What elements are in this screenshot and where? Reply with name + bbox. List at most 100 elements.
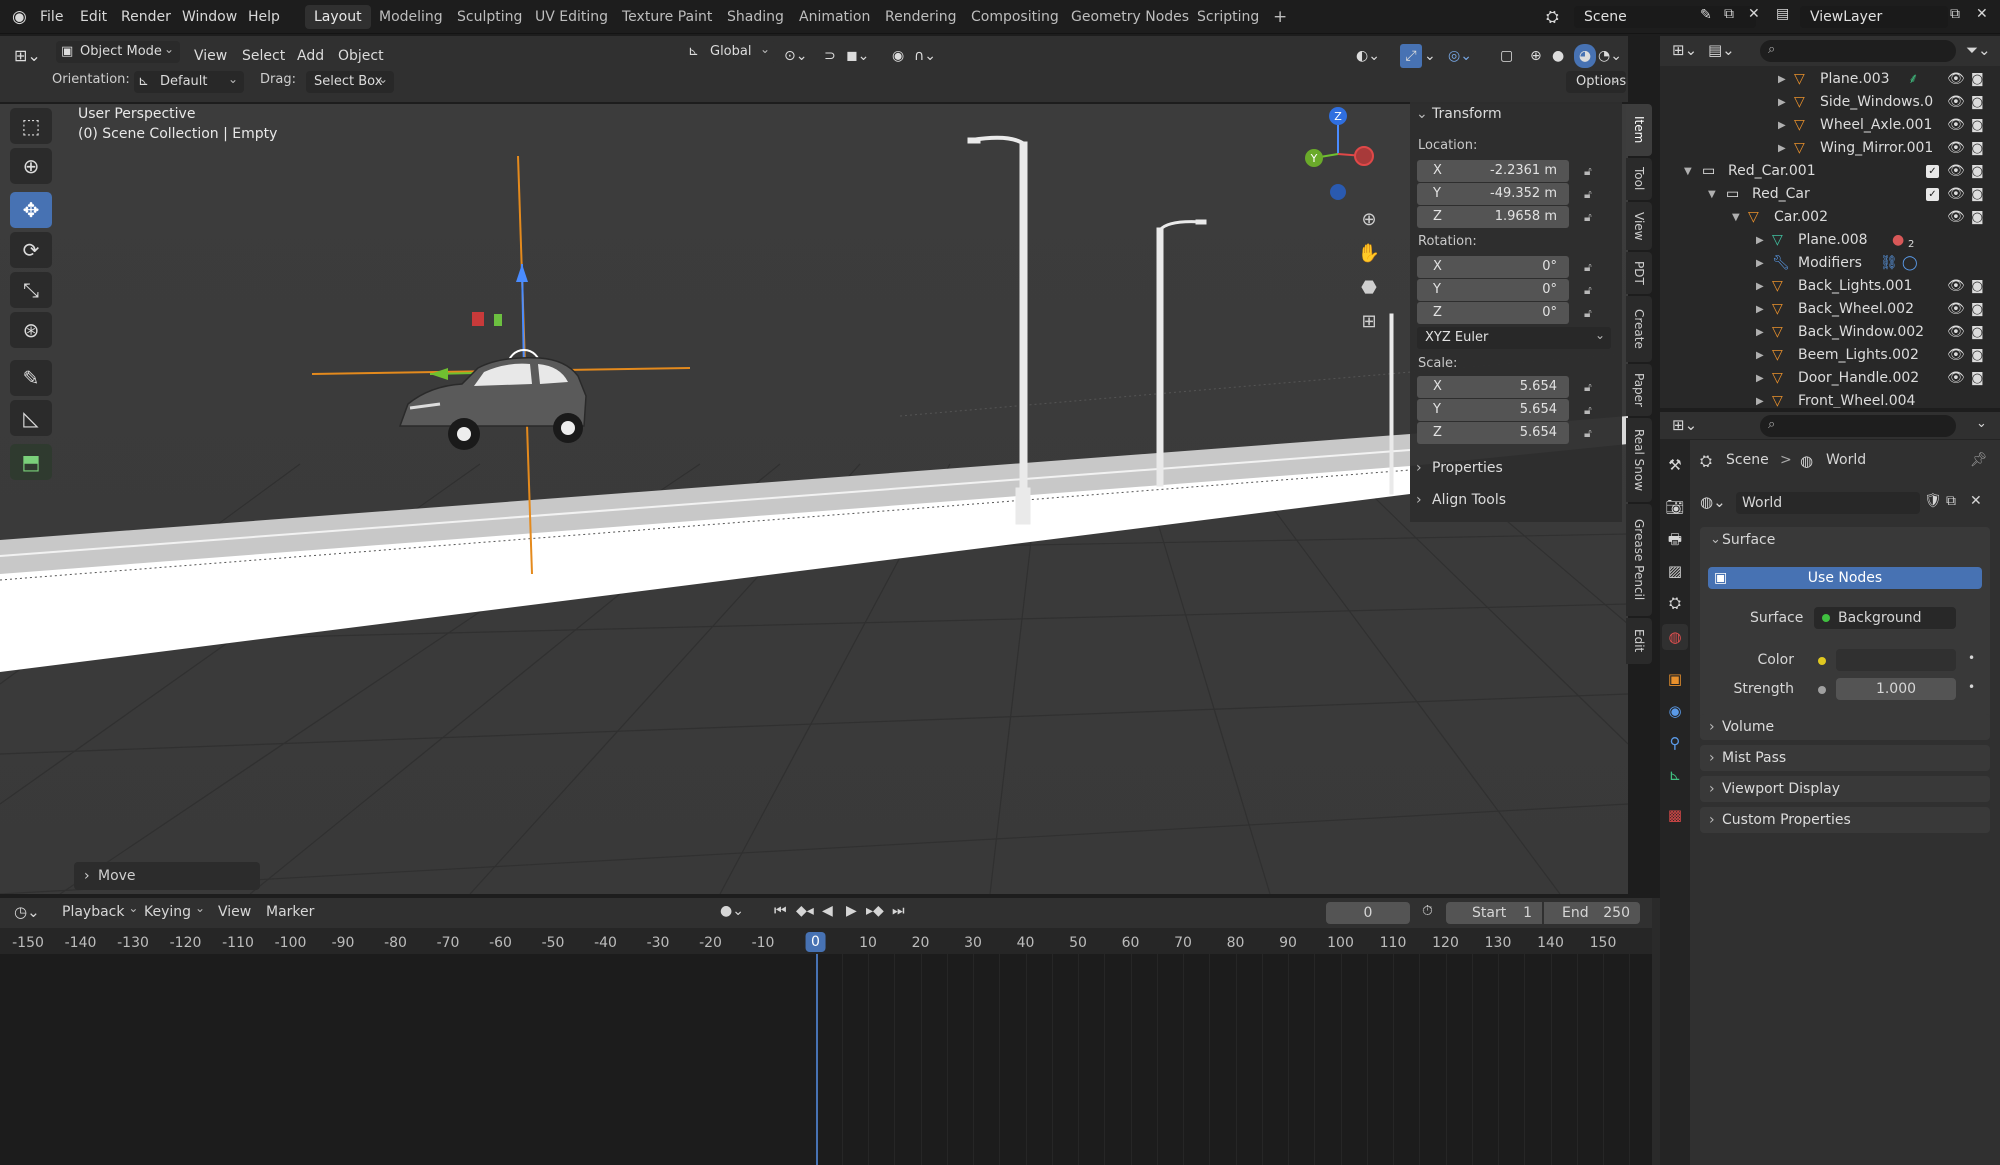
properties-search-input[interactable]: ⌕ [1760,415,1956,437]
tab-item[interactable]: Item [1626,104,1652,156]
cursor-tool[interactable]: ⊕ [10,148,52,184]
record-icon[interactable]: ●⌄ [720,903,744,919]
rotation-y-field[interactable]: Y 0° [1417,279,1569,301]
menu-file[interactable]: File [40,9,63,25]
lock-icon[interactable]: 🔓︎ [1584,380,1592,395]
playhead-line[interactable] [815,954,818,1165]
play-reverse-icon[interactable]: ◀ [822,903,833,919]
pan-view-icon[interactable]: ✋ [1353,238,1385,270]
menu-render[interactable]: Render [121,9,171,25]
jump-start-icon[interactable]: ⏮ [774,903,787,919]
prev-keyframe-icon[interactable]: ◆◂ [796,903,814,919]
transform-tool[interactable]: ⊛ [10,312,52,348]
camera-icon[interactable]: ◙ [1971,321,1984,344]
outliner-row[interactable]: ▼ ▽ Car.002 👁︎ ◙ [1660,206,2000,229]
outliner-row[interactable]: ▶ ▽ Back_Lights.001 👁︎ ◙ [1660,275,2000,298]
properties-editor-icon[interactable]: ⊞⌄ [1672,416,1697,434]
outliner-row[interactable]: ▶ ▽ Wheel_Axle.001 👁︎ ◙ [1660,114,2000,137]
eye-icon[interactable]: 👁︎ [1947,321,1965,344]
eye-icon[interactable]: 👁︎ [1947,137,1965,160]
falloff-icon[interactable]: ∩⌄ [914,44,936,68]
add-cube-tool[interactable]: ⬒ [10,444,52,480]
scale-x-field[interactable]: X 5.654 [1417,376,1569,398]
viewport-menu-add[interactable]: Add [297,44,324,68]
scene-selector-icon[interactable]: ⛭ [1546,7,1559,27]
move-tool[interactable]: ✥ [10,192,52,228]
outliner-editor-icon[interactable]: ⊞⌄ [1672,41,1697,59]
shading-rendered-icon[interactable]: ◔⌄ [1598,44,1622,68]
location-z-field[interactable]: Z 1.9658 m [1417,206,1569,228]
rotate-tool[interactable]: ⟳ [10,232,52,268]
xray-icon[interactable]: ▢ [1500,44,1513,68]
last-operator-panel[interactable]: › Move [74,862,260,890]
eye-icon[interactable]: 👁︎ [1947,344,1965,367]
viewport-menu-view[interactable]: View [194,44,227,68]
blender-logo-icon[interactable]: ◉ [12,7,27,27]
display-mode-icon[interactable]: ▤⌄ [1708,41,1735,59]
duplicate-icon[interactable]: ⧉ [1946,493,1956,509]
lock-icon[interactable]: 🔓︎ [1584,260,1592,275]
menu-window[interactable]: Window [182,9,237,25]
timeline-ruler[interactable]: -150 -140 -130 -120 -110 -100 -90 -80 -70 -60 -50-… [0,928,1652,954]
tab-tool[interactable]: Tool [1626,158,1652,200]
scale-tool[interactable]: ⤡ [10,272,52,308]
gizmo-dropdown-icon[interactable]: ⌄ [1424,44,1436,68]
scale-z-field[interactable]: Z 5.654 [1417,422,1569,444]
lock-icon[interactable]: 🔓︎ [1584,210,1592,225]
workspace-tab-texture-paint[interactable]: Texture Paint [613,5,721,29]
volume-section[interactable]: Volume [1700,714,1990,740]
object-tab-icon[interactable]: ▣ [1662,666,1688,692]
lock-icon[interactable]: 🔓︎ [1584,306,1592,321]
jump-end-icon[interactable]: ⏭ [892,903,905,919]
camera-icon[interactable]: ◙ [1971,275,1984,298]
start-frame-field[interactable]: Start 1 [1446,902,1542,924]
world-tab-icon[interactable]: ◍ [1662,624,1688,650]
outliner-row[interactable]: ▶ ▽ Plane.003 ⸙ 👁︎ ◙ [1660,68,2000,91]
physics-tab-icon[interactable]: ◉ [1662,698,1688,724]
tab-real-snow[interactable]: Real Snow [1626,418,1652,502]
select-box-tool[interactable]: ⬚ [10,108,52,144]
playhead-frame-label[interactable]: 0 [805,932,826,952]
stopwatch-icon[interactable]: ⏱ [1422,903,1433,919]
custom-properties-section[interactable]: Custom Properties [1700,807,1990,833]
workspace-tab-layout[interactable]: Layout [305,5,371,29]
play-icon[interactable]: ▶ [846,903,857,919]
playback-menu[interactable]: Playback [62,901,144,920]
camera-icon[interactable]: ◙ [1971,68,1984,91]
current-frame-field[interactable]: 0 [1326,902,1410,924]
rotation-x-field[interactable]: X 0° [1417,256,1569,278]
timeline-editor-icon[interactable]: ◷⌄ [14,903,40,921]
filter-icon[interactable]: ⏷⌄ [1966,41,1991,59]
outliner-search-input[interactable]: ⌕ [1760,40,1956,62]
scene-tab-icon[interactable]: ⛭ [1662,590,1688,616]
editor-type-icon[interactable]: ⊞⌄ [14,44,41,68]
world-name-field[interactable]: World [1736,492,1920,514]
output-tab-icon[interactable]: 🖶︎ [1662,526,1688,552]
rotation-mode-dropdown[interactable]: XYZ Euler [1417,324,1611,349]
mist-pass-section[interactable]: Mist Pass [1700,745,1990,771]
rotation-z-field[interactable]: Z 0° [1417,302,1569,324]
camera-view-icon[interactable]: ⬣ [1353,272,1385,304]
delete-scene-icon[interactable]: ✕ [1748,6,1760,22]
workspace-tab-modeling[interactable]: Modeling [370,5,452,29]
world-browse-icon[interactable]: ◍⌄ [1700,493,1726,511]
camera-icon[interactable]: ◙ [1971,367,1984,390]
pin-scene-icon[interactable]: ✎ [1700,7,1712,23]
eye-icon[interactable]: 👁︎ [1947,68,1965,91]
shading-wireframe-icon[interactable]: ⊕ [1530,44,1542,68]
outliner-row[interactable]: ▼ ▭ Red_Car.001 ✓ 👁︎ ◙ [1660,160,2000,183]
eye-icon[interactable]: 👁︎ [1947,114,1965,137]
pivot-point-icon[interactable]: ⊙⌄ [784,44,807,68]
workspace-tab-rendering[interactable]: Rendering [876,5,966,29]
chevron-down-icon[interactable]: ⌄ [1416,106,1428,122]
keyframe-dot-icon[interactable]: • [1968,680,1975,694]
lock-icon[interactable]: 🔓︎ [1584,187,1592,202]
transform-header[interactable]: Transform [1432,106,1502,122]
chevron-right-icon[interactable]: › [1416,492,1422,508]
outliner-row[interactable]: ▶ 🔧︎ Modifiers ⛓︎ ◯ [1660,252,2000,275]
unlink-icon[interactable]: ✕ [1970,493,1982,509]
tab-pdt[interactable]: PDT [1626,252,1652,294]
workspace-tab-scripting[interactable]: Scripting [1188,5,1268,29]
outliner-row[interactable]: ▶ ▽ Door_Handle.002 👁︎ ◙ [1660,367,2000,390]
texture-tab-icon[interactable]: ▩ [1662,802,1688,828]
